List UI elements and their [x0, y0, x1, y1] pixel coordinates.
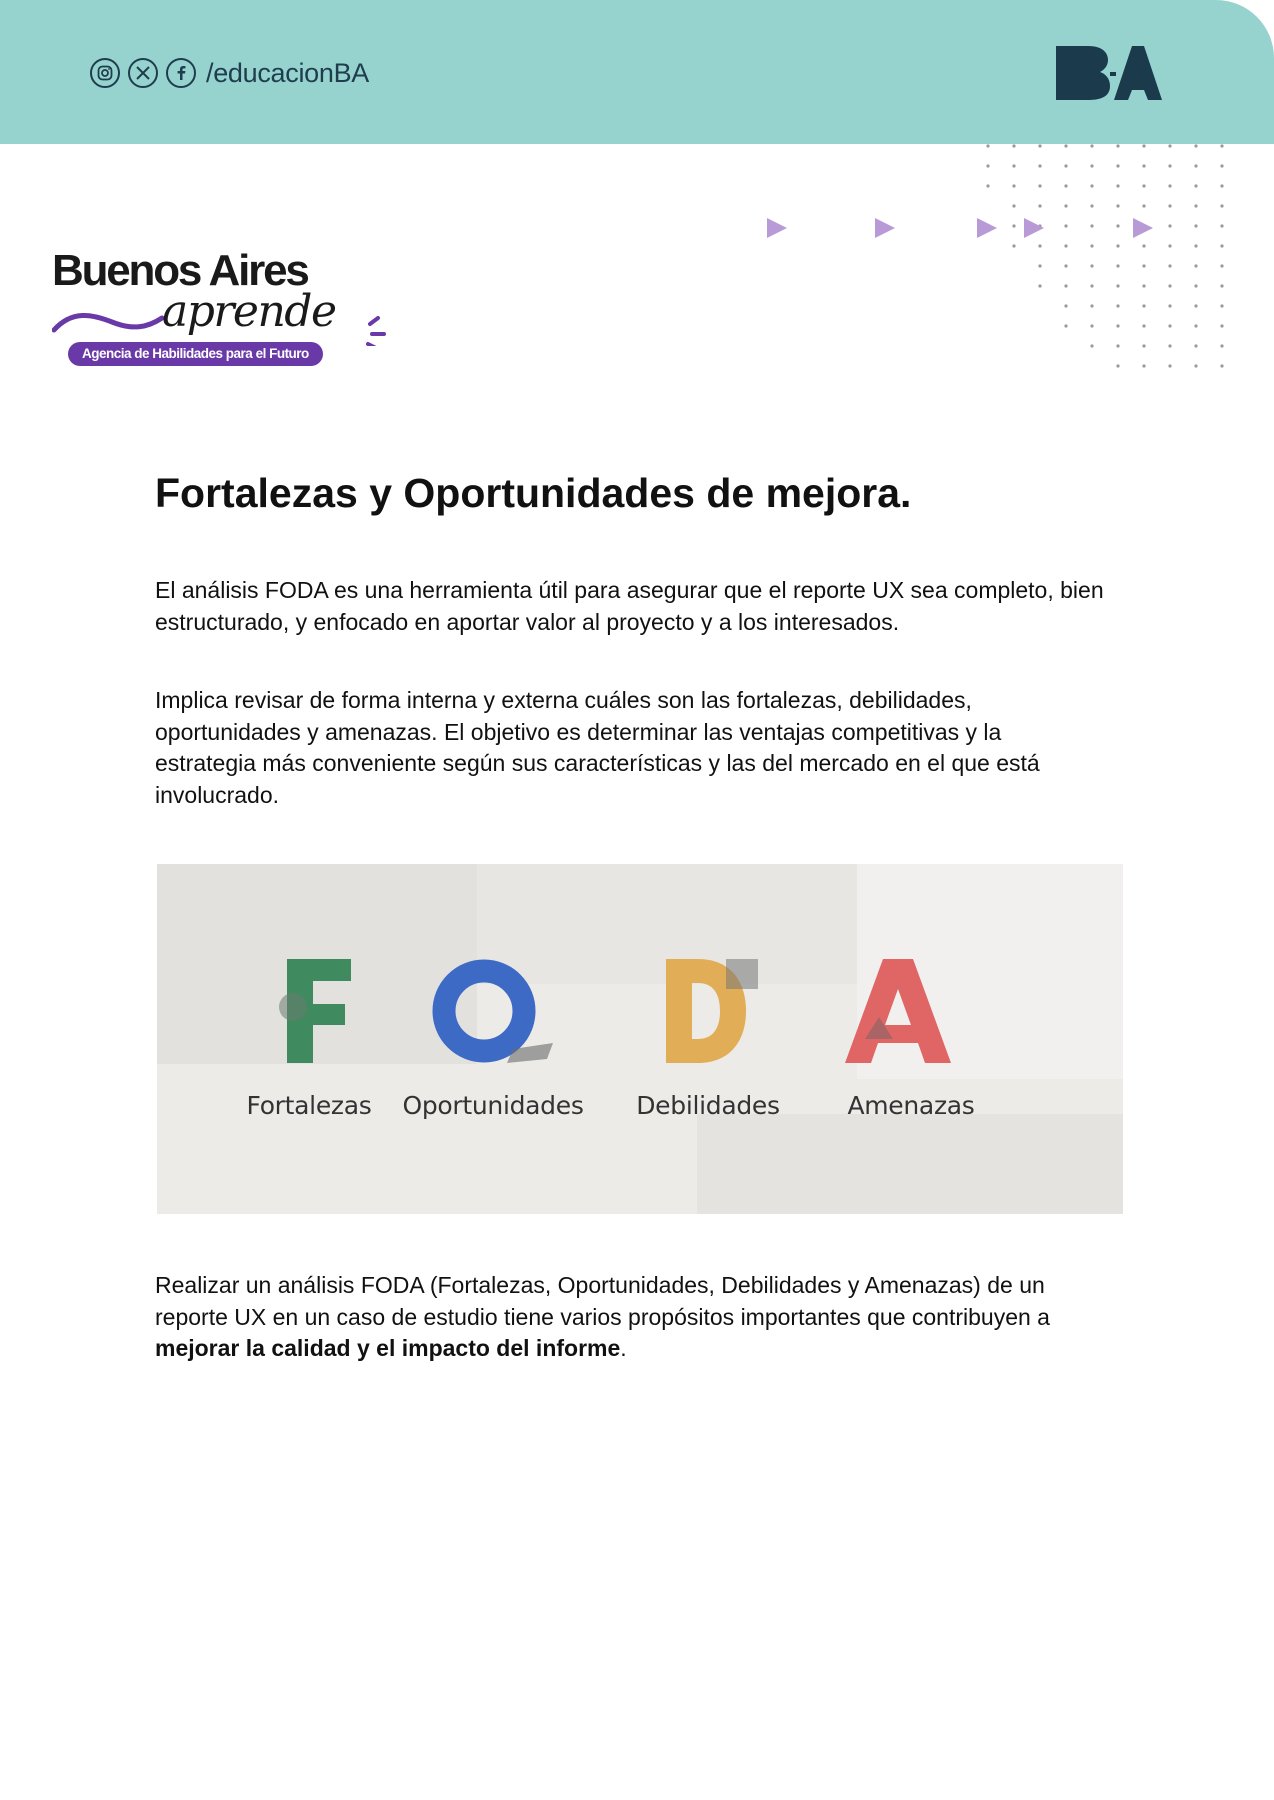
paragraph-purpose-bold: mejorar la calidad y el impacto del info… [155, 1335, 621, 1361]
decorative-arrows [767, 218, 1153, 238]
foda-item-amenazas: Amenazas [801, 959, 1021, 1139]
foda-label: Debilidades [636, 1091, 780, 1120]
paragraph-purpose-end: . [620, 1335, 627, 1361]
instagram-icon[interactable] [90, 58, 120, 88]
foda-illustration: Fortalezas Oportunidades Debilidades Ame… [157, 864, 1123, 1214]
paragraph-intro: El análisis FODA es una herramienta útil… [155, 577, 1104, 635]
brand-subtitle: aprende [162, 286, 337, 337]
x-icon[interactable] [128, 58, 158, 88]
foda-label: Amenazas [847, 1091, 975, 1120]
brand-logo: Buenos Aires aprende Agencia de Habilida… [52, 246, 392, 376]
page-title: Fortalezas y Oportunidades de mejora. [155, 470, 912, 516]
paragraph-purpose-text: Realizar un análisis FODA (Fortalezas, O… [155, 1272, 1050, 1330]
foda-label: Oportunidades [402, 1091, 584, 1120]
social-handle[interactable]: /educacionBA [206, 58, 369, 89]
letter-d-glyph [666, 959, 758, 1063]
paragraph-definition: Implica revisar de forma interna y exter… [155, 687, 1040, 808]
letter-o-glyph [432, 959, 553, 1063]
facebook-icon[interactable] [166, 58, 196, 88]
foda-item-debilidades: Debilidades [598, 959, 818, 1139]
brand-tagline: Agencia de Habilidades para el Futuro [68, 342, 323, 366]
decorative-dot-grid [986, 144, 1224, 368]
ba-logo [1056, 46, 1162, 100]
letter-a-glyph [845, 959, 951, 1063]
foda-item-oportunidades: Oportunidades [383, 959, 603, 1139]
paragraph-purpose: Realizar un análisis FODA (Fortalezas, O… [155, 1270, 1105, 1365]
header-band: /educacionBA [0, 0, 1274, 144]
social-links: /educacionBA [90, 56, 369, 90]
